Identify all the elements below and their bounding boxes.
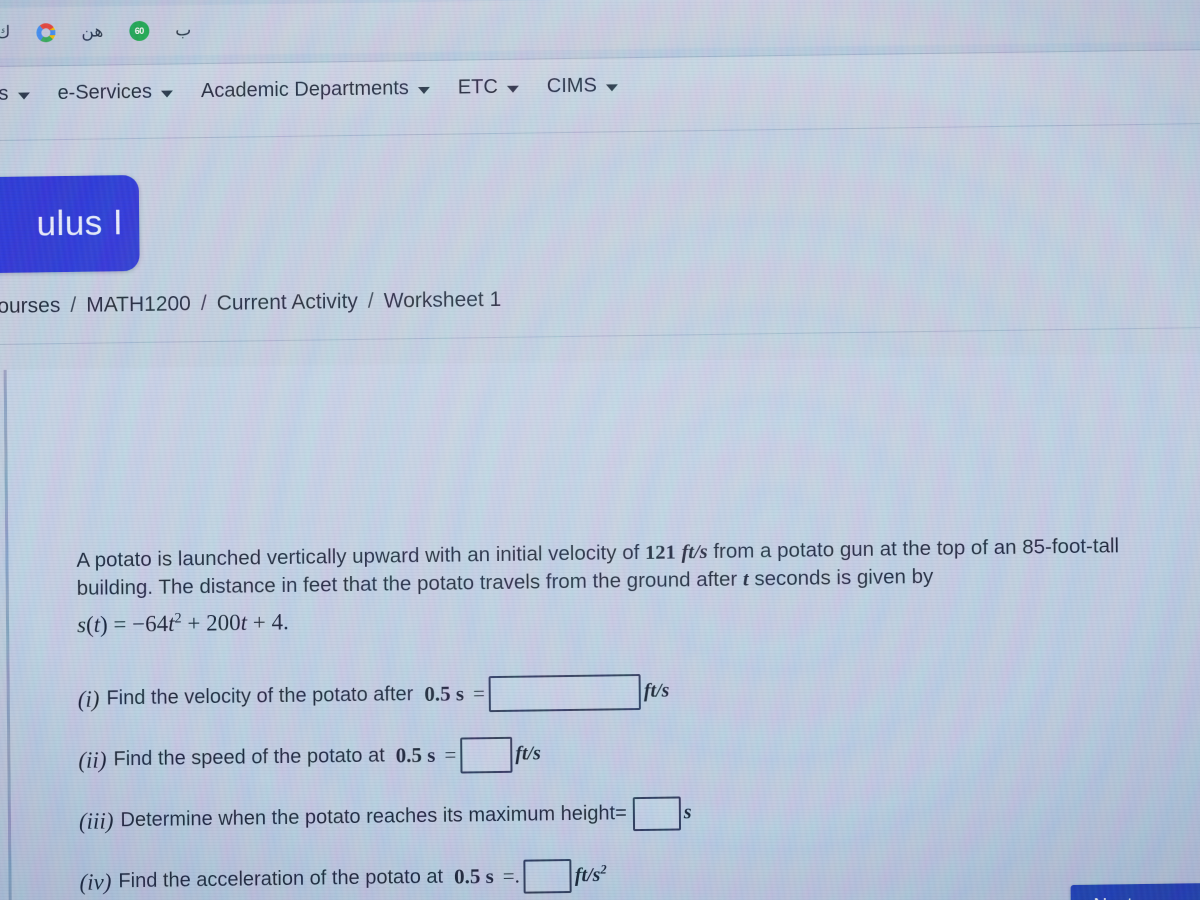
text-bookmark-icon: ك [0,22,11,42]
text-bookmark-icon: ب [175,20,192,40]
chevron-down-icon [417,86,430,94]
nav-item-e-services[interactable]: e-Services [43,80,187,105]
time-variable: t [742,568,749,591]
next-page-label: Next page [1093,894,1180,900]
answer-input-iii[interactable] [632,795,681,831]
bookmark-item[interactable]: ك [0,20,11,46]
question-items: (i) Find the velocity of the potato afte… [77,654,1169,900]
nav-item-label: Academic Departments [200,77,409,103]
answer-input-ii[interactable] [460,736,513,774]
item-label: (ii) [78,746,107,773]
nav-item-ts[interactable]: ts [0,82,44,106]
item-unit: ft/s [643,679,670,702]
distance-formula: s(t) = −64t2 + 200t + 4. [76,609,289,638]
bookmark-item[interactable]: ب [175,17,191,43]
nav-item-etc[interactable]: ETC [444,75,533,99]
question-statement: A potato is launched vertically upward w… [76,532,1167,640]
nav-item-label: CIMS [546,74,597,98]
chevron-down-icon [605,83,618,91]
item-label: (iii) [78,807,114,834]
item-value: 0.5 s [424,681,465,707]
breadcrumb-separator: / [200,292,207,316]
breadcrumb-separator: / [70,293,77,317]
item-stem: Determine when the potato reaches its ma… [120,802,627,832]
divider [0,123,1200,141]
item-equals: = [444,742,457,767]
question-intro-part3: seconds is given by [754,564,934,591]
google-icon [36,22,56,42]
breadcrumb-item-current-activity[interactable]: Current Activity [217,290,358,316]
green-circle-60-icon: 60 [129,20,150,42]
item-label: (i) [77,686,100,712]
chevron-down-icon [160,89,174,98]
velocity-value: 121 [644,541,676,564]
answer-input-iv[interactable] [523,858,573,894]
nav-item-label: e-Services [57,80,153,105]
breadcrumb-item-worksheet-1[interactable]: Worksheet 1 [384,288,502,314]
question-card: A potato is launched vertically upward w… [3,353,1200,900]
screen-photo: MATH-02249 ك هن 60 ب [0,0,1200,900]
bookmark-item[interactable]: هن [81,18,103,44]
bookmarks-bar: ك هن 60 ب [0,0,1200,58]
item-stem: Find the acceleration of the potato at [118,865,444,893]
chevron-down-icon [17,91,30,100]
velocity-unit: ft/s [681,541,708,564]
course-title-label: ulus I [36,203,124,244]
nav-item-label: ETC [457,75,498,99]
nav-item-label: ts [0,82,9,105]
nav-item-cims[interactable]: CIMS [533,74,632,98]
bookmark-item[interactable] [36,19,56,45]
browser-page: MATH-02249 ك هن 60 ب [0,0,1200,900]
text-bookmark-icon: هن [81,21,104,41]
unit-exponent: 2 [600,862,607,877]
item-equals: =. [502,863,520,888]
nav-item-academic-departments[interactable]: Academic Departments [187,77,444,104]
breadcrumb-item-math1200[interactable]: MATH1200 [86,292,191,317]
item-unit: ft/s2 [574,862,607,887]
item-stem: Find the speed of the potato at [113,744,385,771]
question-intro-part1: A potato is launched vertically upward w… [76,541,640,572]
item-value: 0.5 s [395,742,436,768]
breadcrumb-item-my-courses[interactable]: My courses [0,294,60,319]
chevron-down-icon [506,85,519,93]
item-unit: ft/s [515,742,541,765]
item-value: 0.5 s [453,864,494,889]
bookmark-item[interactable]: 60 [129,18,150,44]
course-title-badge[interactable]: ulus I [0,174,140,274]
page-body: ulus I My courses / MATH1200 / Current A… [0,105,1200,900]
answer-input-i[interactable] [488,673,642,712]
item-stem: Find the velocity of the potato after [106,683,414,710]
next-page-button[interactable]: Next page [1070,883,1200,900]
item-label: (iv) [79,868,112,895]
item-equals: = [472,681,485,706]
divider [0,327,1200,345]
breadcrumb-separator: / [367,289,374,313]
breadcrumb: My courses / MATH1200 / Current Activity… [0,288,501,320]
item-unit: s [683,801,692,824]
